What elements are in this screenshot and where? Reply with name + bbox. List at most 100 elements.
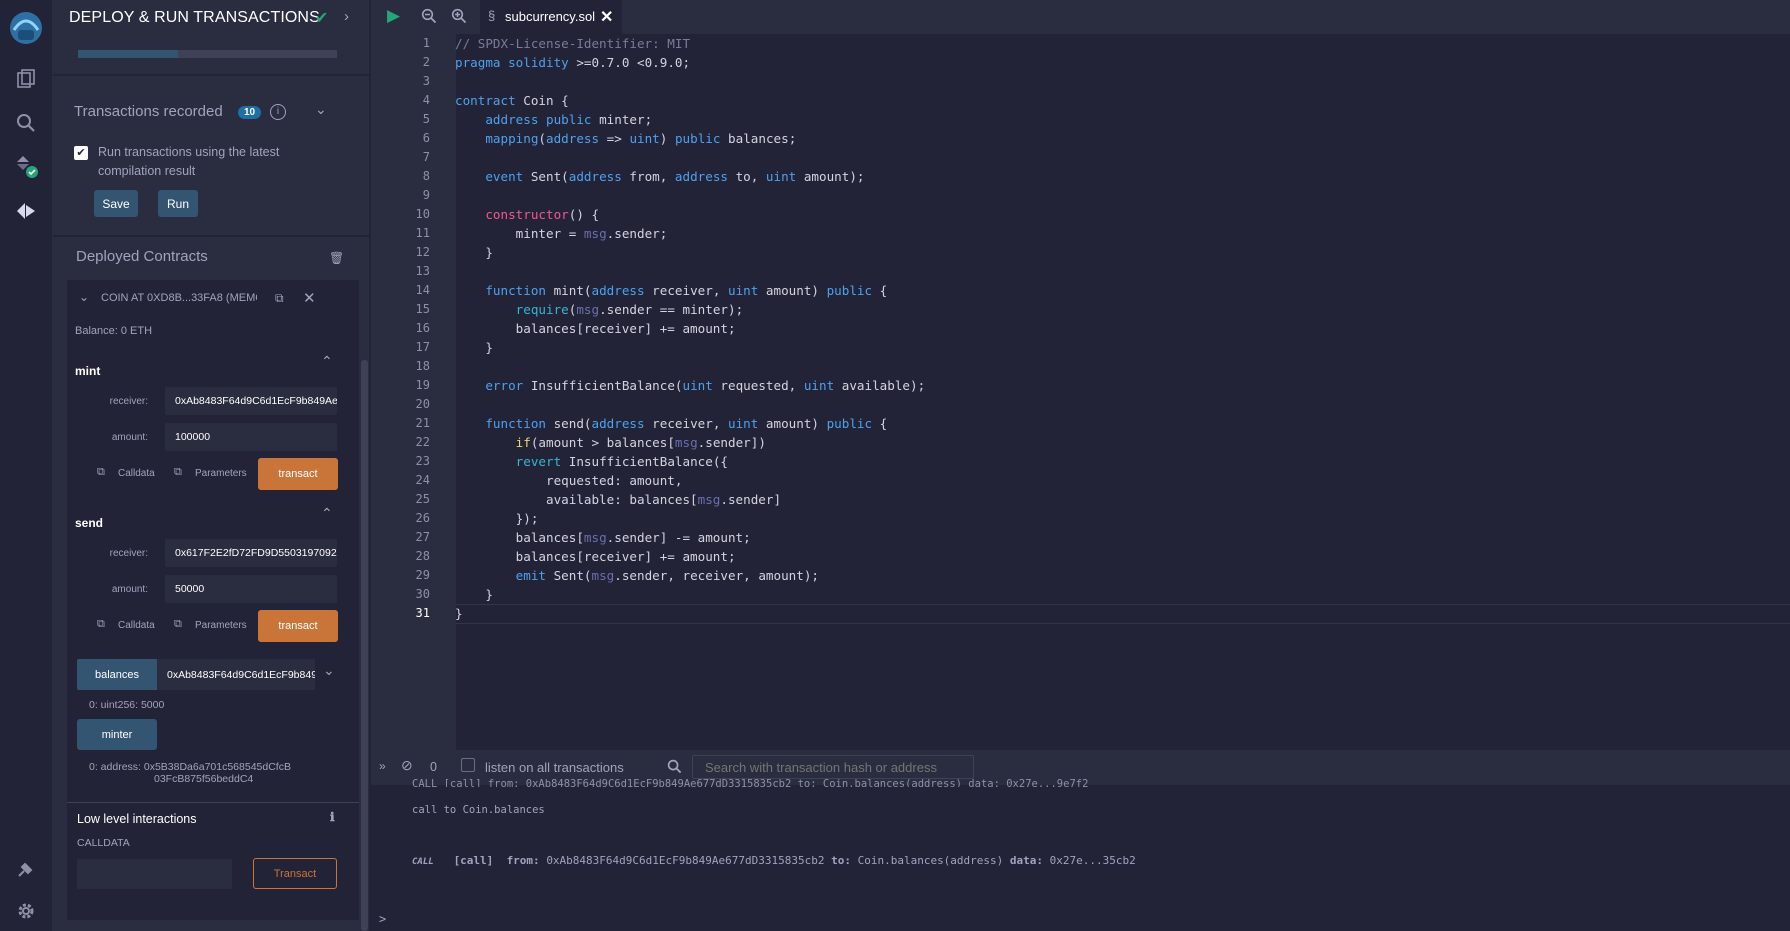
info-icon[interactable]: i xyxy=(270,104,286,120)
line-number: 25 xyxy=(415,492,430,506)
line-number: 10 xyxy=(415,207,430,221)
code-line[interactable]: constructor() { xyxy=(455,207,599,222)
code-line[interactable]: }); xyxy=(455,511,539,526)
code-line[interactable]: } xyxy=(455,245,493,260)
line-number: 27 xyxy=(415,530,430,544)
minter-call-button[interactable]: minter xyxy=(77,719,157,750)
copy-calldata-icon[interactable]: ⧉ xyxy=(97,618,105,631)
code-line[interactable]: revert InsufficientBalance({ xyxy=(455,454,728,469)
send-transact-button[interactable]: transact xyxy=(258,610,338,642)
line-number: 11 xyxy=(415,226,430,240)
line-number: 19 xyxy=(415,378,430,392)
listen-all-checkbox[interactable] xyxy=(461,758,475,772)
code-line[interactable]: } xyxy=(455,606,463,621)
transaction-search-input[interactable] xyxy=(692,755,974,779)
line-number: 21 xyxy=(415,416,430,430)
code-line[interactable]: if(amount > balances[msg.sender]) xyxy=(455,435,766,450)
code-line[interactable]: function mint(address receiver, uint amo… xyxy=(455,283,887,298)
code-line[interactable]: pragma solidity >=0.7.0 <0.9.0; xyxy=(455,55,690,70)
minter-result-line1: 0: address: 0x5B38Da6a701c568545dCfcB xyxy=(89,761,291,773)
code-line[interactable]: require(msg.sender == minter); xyxy=(455,302,743,317)
transactions-recorded-label: Transactions recorded xyxy=(74,103,223,120)
pending-tx-count: 0 xyxy=(430,760,437,774)
code-line[interactable]: } xyxy=(455,587,493,602)
code-line[interactable]: // SPDX-License-Identifier: MIT xyxy=(455,36,690,51)
copy-parameters-icon[interactable]: ⧉ xyxy=(174,618,182,631)
deploy-run-panel: DEPLOY & RUN TRANSACTIONS ✔ › Transactio… xyxy=(53,0,369,931)
log-from-label: from: xyxy=(506,854,540,867)
send-receiver-input[interactable]: 0x617F2E2fD72FD9D5503197092aC168c91465E7… xyxy=(165,539,337,567)
line-number: 28 xyxy=(415,549,430,563)
line-number: 13 xyxy=(415,264,430,278)
code-line[interactable]: error InsufficientBalance(uint requested… xyxy=(455,378,925,393)
calldata-input[interactable] xyxy=(77,859,232,889)
code-line[interactable]: contract Coin { xyxy=(455,93,569,108)
code-line[interactable]: balances[receiver] += amount; xyxy=(455,549,736,564)
chevron-down-icon[interactable]: ⌄ xyxy=(315,101,327,118)
clear-console-icon[interactable]: ⊘ xyxy=(401,757,413,774)
run-button[interactable]: Run xyxy=(158,190,198,217)
solidity-compiler-icon[interactable] xyxy=(11,151,41,181)
line-number: 15 xyxy=(415,302,430,316)
solidity-file-icon: § xyxy=(488,8,496,23)
mint-function-title: mint xyxy=(75,364,101,378)
trash-icon[interactable]: 🗑 xyxy=(329,251,344,265)
code-line[interactable]: requested: amount, xyxy=(455,473,682,488)
line-number: 18 xyxy=(415,359,430,373)
code-line[interactable]: mapping(address => uint) public balances… xyxy=(455,131,796,146)
chevron-right-icon[interactable]: › xyxy=(344,8,349,25)
code-line[interactable]: emit Sent(msg.sender, receiver, amount); xyxy=(455,568,819,583)
console-prompt[interactable]: > xyxy=(379,912,386,926)
code-line[interactable]: available: balances[msg.sender] xyxy=(455,492,781,507)
plugin-manager-icon[interactable] xyxy=(11,854,41,884)
listen-label: listen on all transactions xyxy=(485,760,624,775)
send-amount-input[interactable]: 50000 xyxy=(165,575,337,603)
log-message: call to Coin.balances xyxy=(412,804,545,816)
collapse-up-icon[interactable]: ⌃ xyxy=(321,505,333,522)
line-number: 29 xyxy=(415,568,430,582)
remove-instance-icon[interactable]: ✕ xyxy=(303,289,316,307)
collapse-up-icon[interactable]: ⌃ xyxy=(321,353,333,370)
code-line[interactable]: balances[receiver] += amount; xyxy=(455,321,736,336)
remix-logo-icon[interactable] xyxy=(6,8,46,48)
mint-receiver-input[interactable]: 0xAb8483F64d9C6d1EcF9b849Ae677dD3315835c… xyxy=(165,387,337,415)
code-line[interactable]: } xyxy=(455,340,493,355)
copy-parameters-icon[interactable]: ⧉ xyxy=(174,466,182,479)
save-button[interactable]: Save xyxy=(94,190,138,217)
zoom-in-icon[interactable] xyxy=(451,8,467,29)
deploy-run-icon[interactable] xyxy=(11,196,41,226)
tab-filename[interactable]: subcurrency.sol xyxy=(505,9,595,24)
send-parameters-label[interactable]: Parameters xyxy=(195,620,247,631)
log-entry-call[interactable]: CALL [call] from: 0xAb8483F64d9C6d1EcF9b… xyxy=(412,854,1136,867)
mint-parameters-label[interactable]: Parameters xyxy=(195,468,247,479)
code-line[interactable]: address public minter; xyxy=(455,112,652,127)
code-line[interactable]: event Sent(address from, address to, uin… xyxy=(455,169,864,184)
balances-address-input[interactable]: 0xAb8483F64d9C6d1EcF9b849Ae677dD3315835c… xyxy=(157,659,315,690)
balances-call-button[interactable]: balances xyxy=(77,659,157,690)
info-icon[interactable]: ℹ xyxy=(330,810,335,824)
mint-amount-input[interactable]: 100000 xyxy=(165,423,337,451)
latest-compilation-checkbox[interactable]: ✔ xyxy=(74,146,88,160)
mint-transact-button[interactable]: transact xyxy=(258,458,338,490)
low-level-transact-button[interactable]: Transact xyxy=(253,858,337,889)
code-line[interactable]: minter = msg.sender; xyxy=(455,226,668,241)
collapse-terminal-icon[interactable]: » xyxy=(379,759,386,773)
zoom-out-icon[interactable] xyxy=(421,8,437,29)
code-line[interactable]: function send(address receiver, uint amo… xyxy=(455,416,887,431)
mint-calldata-label[interactable]: Calldata xyxy=(118,468,155,479)
mint-receiver-label: receiver: xyxy=(109,396,148,407)
panel-scrollbar[interactable] xyxy=(361,360,368,931)
code-line[interactable]: balances[msg.sender] -= amount; xyxy=(455,530,751,545)
copy-calldata-icon[interactable]: ⧉ xyxy=(97,466,105,479)
contract-instance-title[interactable]: COIN AT 0XD8B...33FA8 (MEMORY) xyxy=(101,292,257,304)
file-explorer-icon[interactable] xyxy=(11,64,41,94)
close-tab-icon[interactable]: ✕ xyxy=(600,7,613,27)
search-icon[interactable] xyxy=(11,108,41,138)
send-calldata-label[interactable]: Calldata xyxy=(118,620,155,631)
copy-address-icon[interactable]: ⧉ xyxy=(275,291,284,306)
collapse-chevron-icon[interactable]: ⌄ xyxy=(79,290,89,304)
line-number: 14 xyxy=(415,283,430,297)
settings-gear-icon[interactable] xyxy=(11,896,41,926)
expand-chevron-icon[interactable]: ⌄ xyxy=(323,662,335,679)
compile-run-icon[interactable]: ▶ xyxy=(387,6,400,26)
